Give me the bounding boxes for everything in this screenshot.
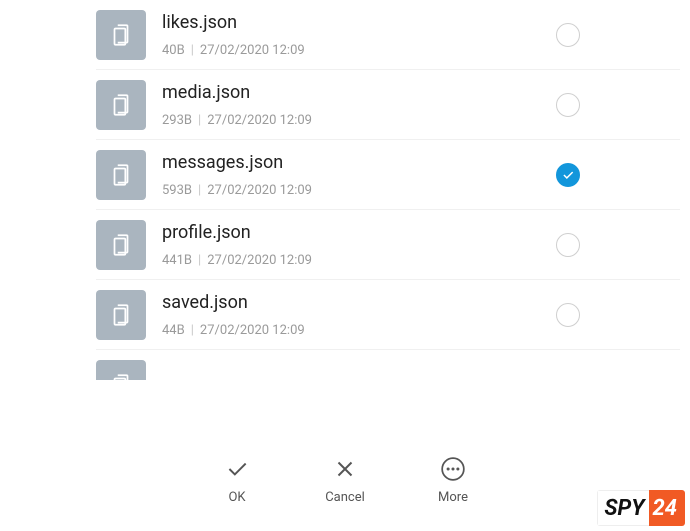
document-icon <box>96 220 146 270</box>
file-meta: 593B|27/02/2020 12:09 <box>162 183 556 198</box>
file-info: messages.json 593B|27/02/2020 12:09 <box>146 152 556 199</box>
ok-button[interactable]: OK <box>204 456 270 505</box>
checkbox[interactable] <box>556 23 580 47</box>
cancel-label: Cancel <box>325 490 365 505</box>
checkbox[interactable] <box>556 303 580 327</box>
file-row-partial[interactable] <box>0 350 690 380</box>
more-icon <box>440 456 466 482</box>
cancel-button[interactable]: Cancel <box>312 456 378 505</box>
close-icon <box>332 456 358 482</box>
file-name: likes.json <box>162 12 556 34</box>
watermark-left: SPY <box>597 490 648 526</box>
file-row[interactable]: saved.json 44B|27/02/2020 12:09 <box>0 280 690 350</box>
file-row[interactable]: messages.json 593B|27/02/2020 12:09 <box>0 140 690 210</box>
file-name: messages.json <box>162 152 556 174</box>
document-icon <box>96 80 146 130</box>
document-icon <box>96 150 146 200</box>
more-button[interactable]: More <box>420 456 486 505</box>
file-info: saved.json 44B|27/02/2020 12:09 <box>146 292 556 339</box>
file-row[interactable]: media.json 293B|27/02/2020 12:09 <box>0 70 690 140</box>
document-icon <box>96 360 146 380</box>
file-meta: 44B|27/02/2020 12:09 <box>162 323 556 338</box>
file-name: profile.json <box>162 222 556 244</box>
watermark-right: 24 <box>649 490 686 526</box>
file-info: profile.json 441B|27/02/2020 12:09 <box>146 222 556 269</box>
ok-label: OK <box>228 490 245 505</box>
file-row[interactable]: profile.json 441B|27/02/2020 12:09 <box>0 210 690 280</box>
watermark: SPY 24 <box>597 490 685 526</box>
checkbox[interactable] <box>556 93 580 117</box>
file-meta: 441B|27/02/2020 12:09 <box>162 253 556 268</box>
document-icon <box>96 290 146 340</box>
document-icon <box>96 10 146 60</box>
more-label: More <box>438 490 468 505</box>
file-row[interactable]: likes.json 40B|27/02/2020 12:09 <box>0 0 690 70</box>
checkbox[interactable] <box>556 233 580 257</box>
checkbox-checked[interactable] <box>556 163 580 187</box>
check-icon <box>224 456 250 482</box>
file-meta: 40B|27/02/2020 12:09 <box>162 43 556 58</box>
file-info: likes.json 40B|27/02/2020 12:09 <box>146 12 556 59</box>
file-list: likes.json 40B|27/02/2020 12:09 media.js… <box>0 0 690 380</box>
file-name: saved.json <box>162 292 556 314</box>
bottom-toolbar: OK Cancel More <box>0 441 690 519</box>
file-info: media.json 293B|27/02/2020 12:09 <box>146 82 556 129</box>
check-icon <box>561 168 575 182</box>
file-name: media.json <box>162 82 556 104</box>
file-meta: 293B|27/02/2020 12:09 <box>162 113 556 128</box>
